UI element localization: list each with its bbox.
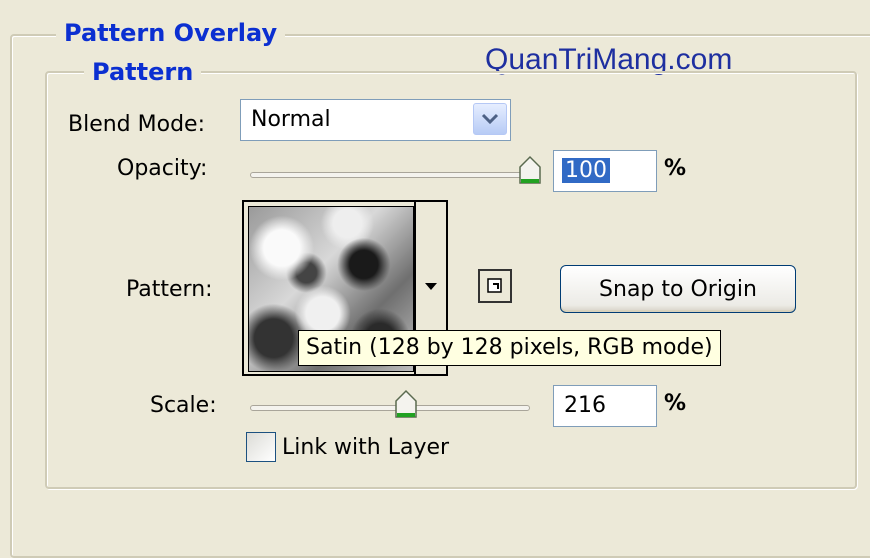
snap-to-origin-button[interactable]: Snap to Origin — [560, 265, 796, 313]
link-with-layer-label[interactable]: Link with Layer — [282, 435, 449, 461]
opacity-slider-thumb[interactable] — [518, 155, 542, 185]
scale-label: Scale: — [150, 393, 217, 418]
link-with-layer-checkbox[interactable] — [246, 432, 276, 462]
pattern-group-title: Pattern — [84, 58, 202, 86]
opacity-input[interactable]: 100 — [553, 150, 657, 192]
scale-input[interactable]: 216 — [553, 385, 657, 427]
scale-value: 216 — [564, 393, 606, 418]
scale-slider-thumb[interactable] — [394, 389, 418, 419]
opacity-value: 100 — [562, 158, 610, 183]
blend-mode-label: Blend Mode: — [68, 112, 205, 137]
blend-mode-value: Normal — [251, 107, 331, 132]
chevron-down-icon[interactable] — [473, 103, 507, 135]
pattern-tooltip: Satin (128 by 128 pixels, RGB mode) — [298, 330, 721, 366]
blend-mode-select[interactable]: Normal — [240, 99, 511, 141]
pattern-label: Pattern: — [126, 277, 213, 302]
new-preset-icon[interactable] — [478, 269, 512, 303]
opacity-label: Opacity: — [117, 156, 208, 181]
dropdown-arrow-icon[interactable] — [423, 282, 439, 292]
scale-slider-track[interactable] — [250, 405, 530, 411]
opacity-unit: % — [664, 156, 687, 181]
pattern-overlay-title: Pattern Overlay — [56, 19, 286, 47]
scale-unit: % — [664, 391, 687, 416]
opacity-slider-track[interactable] — [250, 172, 540, 178]
